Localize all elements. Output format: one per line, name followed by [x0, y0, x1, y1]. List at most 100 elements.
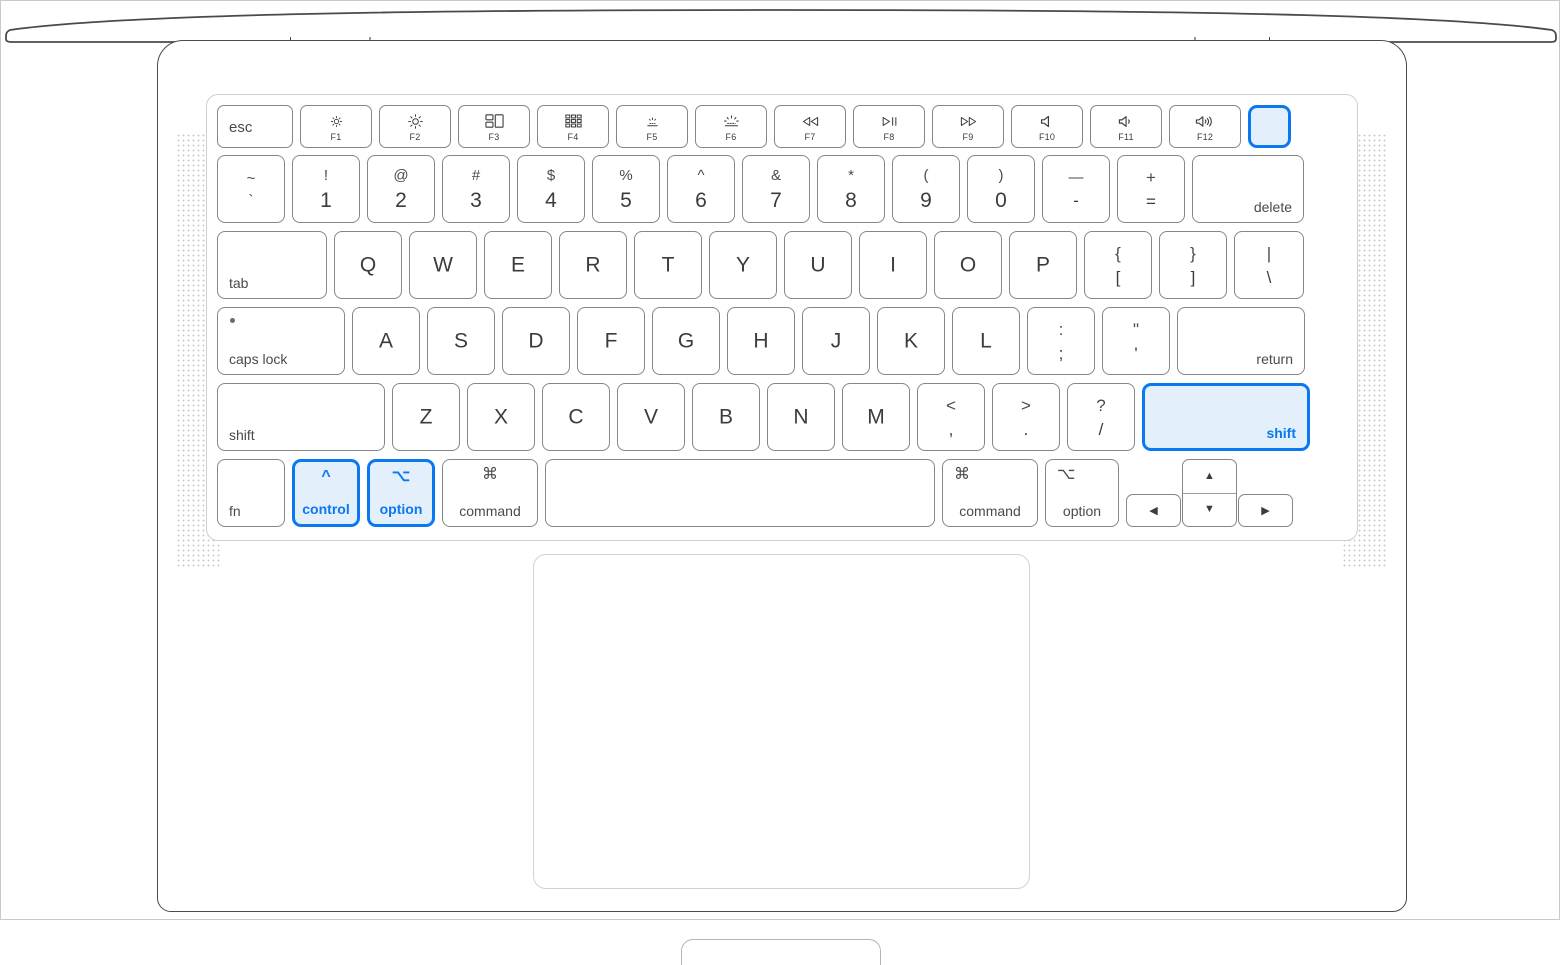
key-fn[interactable]: fn [217, 459, 285, 527]
key-l[interactable]: L [952, 307, 1020, 375]
key-f8[interactable]: F8 [853, 105, 925, 148]
key-f9[interactable]: F9 [932, 105, 1004, 148]
key-shift-left[interactable]: shift [217, 383, 385, 451]
key-s-label: S [453, 329, 468, 353]
key-comma[interactable]: < , [917, 383, 985, 451]
key-grave[interactable]: ~ ` [217, 155, 285, 223]
key-i[interactable]: I [859, 231, 927, 299]
key-period-upper: > [1021, 395, 1031, 415]
key-8-upper: * [848, 166, 854, 184]
key-y[interactable]: Y [709, 231, 777, 299]
key-quote[interactable]: " ' [1102, 307, 1170, 375]
key-delete[interactable]: delete [1192, 155, 1304, 223]
key-9-lower: 9 [920, 188, 932, 212]
key-u-label: U [810, 253, 826, 277]
volume-up-icon [1170, 112, 1240, 130]
key-0[interactable]: ) 0 [967, 155, 1035, 223]
key-a[interactable]: A [352, 307, 420, 375]
key-f[interactable]: F [577, 307, 645, 375]
key-7[interactable]: & 7 [742, 155, 810, 223]
key-bracket-right[interactable]: } ] [1159, 231, 1227, 299]
key-4[interactable]: $ 4 [517, 155, 585, 223]
key-z[interactable]: Z [392, 383, 460, 451]
key-e-label: E [510, 253, 525, 277]
keyboard-row-number: ~ ` ! 1 @ 2 # 3 $ 4 % 5 ^ 6 & 7 * 8 (9 … [217, 155, 1304, 223]
key-f5[interactable]: F5 [616, 105, 688, 148]
key-control[interactable]: ^ control [292, 459, 360, 527]
key-bracket-right-lower: ] [1190, 267, 1196, 287]
key-touch-id[interactable] [1248, 105, 1291, 148]
command-glyph-icon: ⌘ [954, 466, 970, 483]
key-command-right[interactable]: ⌘ command [942, 459, 1038, 527]
rewind-icon [775, 112, 845, 130]
key-caps-lock[interactable]: caps lock [217, 307, 345, 375]
key-8[interactable]: * 8 [817, 155, 885, 223]
key-equal[interactable]: + = [1117, 155, 1185, 223]
key-d-label: D [528, 329, 544, 353]
key-arrow-left[interactable]: ◀ [1126, 494, 1181, 527]
arrow-right-icon: ▶ [1261, 505, 1270, 517]
key-f12[interactable]: F12 [1169, 105, 1241, 148]
key-3[interactable]: # 3 [442, 155, 510, 223]
key-c[interactable]: C [542, 383, 610, 451]
key-f1-caption: F1 [330, 132, 342, 142]
key-semicolon-lower: ; [1058, 343, 1064, 363]
key-f2[interactable]: F2 [379, 105, 451, 148]
mute-icon [1012, 112, 1082, 130]
key-t-label: T [661, 253, 675, 277]
key-arrow-right[interactable]: ▶ [1238, 494, 1293, 527]
key-space[interactable] [545, 459, 935, 527]
key-f7[interactable]: F7 [774, 105, 846, 148]
key-h[interactable]: H [727, 307, 795, 375]
key-x[interactable]: X [467, 383, 535, 451]
key-bracket-left[interactable]: { [ [1084, 231, 1152, 299]
key-t[interactable]: T [634, 231, 702, 299]
key-option-left[interactable]: ⌥ option [367, 459, 435, 527]
key-shift-right[interactable]: shift [1142, 383, 1310, 451]
key-tab[interactable]: tab [217, 231, 327, 299]
key-w[interactable]: W [409, 231, 477, 299]
key-g[interactable]: G [652, 307, 720, 375]
key-1[interactable]: ! 1 [292, 155, 360, 223]
key-f4[interactable]: F4 [537, 105, 609, 148]
key-bracket-left-upper: { [1115, 243, 1121, 263]
key-3-lower: 3 [470, 188, 482, 212]
keyboard-brightness-up-icon [696, 112, 766, 130]
key-minus[interactable]: — - [1042, 155, 1110, 223]
key-return[interactable]: return [1177, 307, 1305, 375]
key-v[interactable]: V [617, 383, 685, 451]
key-2-upper: @ [393, 166, 409, 184]
key-5[interactable]: % 5 [592, 155, 660, 223]
key-semicolon[interactable]: : ; [1027, 307, 1095, 375]
key-f6[interactable]: F6 [695, 105, 767, 148]
key-e[interactable]: E [484, 231, 552, 299]
key-backslash[interactable]: | \ [1234, 231, 1304, 299]
key-s[interactable]: S [427, 307, 495, 375]
key-f11[interactable]: F11 [1090, 105, 1162, 148]
key-q[interactable]: Q [334, 231, 402, 299]
key-period[interactable]: > . [992, 383, 1060, 451]
key-k[interactable]: K [877, 307, 945, 375]
key-b[interactable]: B [692, 383, 760, 451]
key-6[interactable]: ^ 6 [667, 155, 735, 223]
key-o[interactable]: O [934, 231, 1002, 299]
key-2[interactable]: @ 2 [367, 155, 435, 223]
key-p[interactable]: P [1009, 231, 1077, 299]
key-r[interactable]: R [559, 231, 627, 299]
key-command-left[interactable]: ⌘ command [442, 459, 538, 527]
key-tab-label: tab [229, 275, 249, 291]
key-arrow-up-down[interactable]: ▲ ▼ [1182, 459, 1237, 527]
key-m[interactable]: M [842, 383, 910, 451]
key-f3[interactable]: F3 [458, 105, 530, 148]
trackpad[interactable] [533, 554, 1030, 889]
key-f1[interactable]: F1 [300, 105, 372, 148]
key-j[interactable]: J [802, 307, 870, 375]
key-u[interactable]: U [784, 231, 852, 299]
key-d[interactable]: D [502, 307, 570, 375]
key-esc[interactable]: esc [217, 105, 293, 148]
key-slash[interactable]: ? / [1067, 383, 1135, 451]
key-9[interactable]: ( 9 [892, 155, 960, 223]
key-f10[interactable]: F10 [1011, 105, 1083, 148]
key-option-right[interactable]: ⌥ option [1045, 459, 1119, 527]
key-n[interactable]: N [767, 383, 835, 451]
